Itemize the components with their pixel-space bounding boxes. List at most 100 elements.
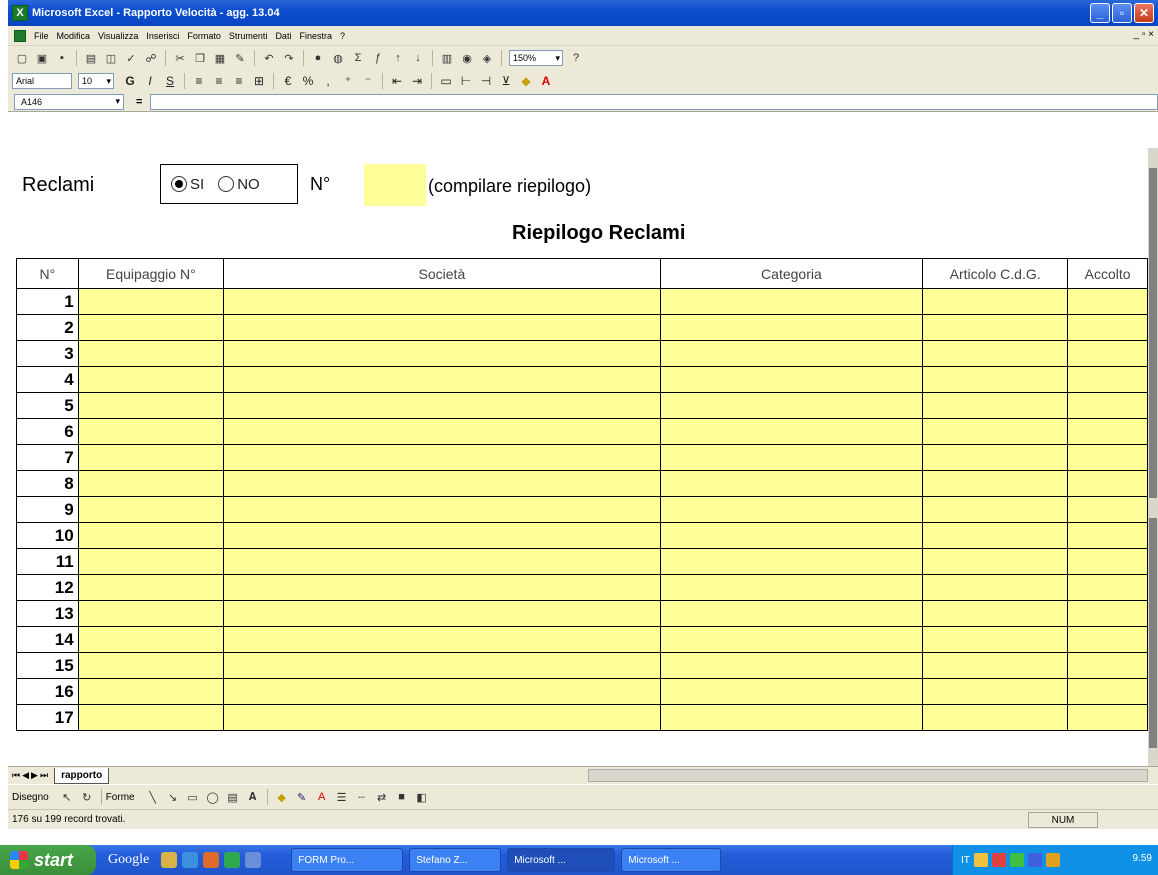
input-cell[interactable] xyxy=(1067,288,1148,315)
autoshapes-button[interactable]: Forme xyxy=(106,792,135,803)
task-button-stefano[interactable]: Stefano Z... xyxy=(409,848,502,872)
input-cell[interactable] xyxy=(1067,626,1148,653)
input-cell[interactable] xyxy=(77,314,225,341)
input-cell[interactable] xyxy=(659,288,924,315)
fill-color-icon[interactable]: ◆ xyxy=(274,789,290,805)
tray-icon[interactable] xyxy=(1027,853,1042,867)
input-cell[interactable] xyxy=(922,288,1069,315)
input-cell[interactable] xyxy=(223,470,661,497)
last-sheet-icon[interactable]: ⏭ xyxy=(40,770,48,781)
rectangle-icon[interactable]: ▭ xyxy=(185,789,201,805)
paste-icon[interactable]: ▦ xyxy=(212,50,228,66)
input-cell[interactable] xyxy=(922,340,1069,367)
input-cell[interactable] xyxy=(659,392,924,419)
input-cell[interactable] xyxy=(659,470,924,497)
name-box[interactable]: A146 ▾ xyxy=(14,93,124,110)
input-cell[interactable] xyxy=(223,704,661,731)
maximize-button[interactable]: ▫ xyxy=(1112,3,1132,23)
input-cell[interactable] xyxy=(77,366,225,393)
first-sheet-icon[interactable]: ⏮ xyxy=(12,770,20,781)
tray-icon[interactable] xyxy=(1009,853,1024,867)
menu-item-file[interactable]: File xyxy=(30,31,53,41)
increase-decimal-icon[interactable]: ⁺ xyxy=(340,73,356,89)
excel-app-icon[interactable]: X xyxy=(12,5,28,21)
arrow-style-icon[interactable]: ⇄ xyxy=(374,789,390,805)
hyperlink-icon[interactable]: ● xyxy=(310,50,326,66)
input-cell[interactable] xyxy=(922,496,1069,523)
shadow-icon[interactable]: ■ xyxy=(394,789,410,805)
input-cell[interactable] xyxy=(223,444,661,471)
menu-item-dati[interactable]: Dati xyxy=(271,31,295,41)
select-objects-icon[interactable]: ↖ xyxy=(59,789,75,805)
col-header-equipaggio[interactable]: Equipaggio N° xyxy=(77,258,225,289)
input-cell[interactable] xyxy=(223,314,661,341)
radio-no[interactable] xyxy=(218,176,235,192)
prev-sheet-icon[interactable]: ◀ xyxy=(22,770,29,781)
input-cell[interactable] xyxy=(1067,340,1148,367)
free-rotate-icon[interactable]: ↻ xyxy=(79,789,95,805)
input-cell[interactable] xyxy=(659,548,924,575)
chart-wizard-icon[interactable]: ▥ xyxy=(439,50,455,66)
merge-center-icon[interactable]: ⊞ xyxy=(251,73,267,89)
input-cell[interactable] xyxy=(77,678,225,705)
input-cell[interactable] xyxy=(659,626,924,653)
task-button-form-pro[interactable]: FORM Pro... xyxy=(291,848,404,872)
wordart-icon[interactable]: 𝐀 xyxy=(245,789,261,805)
input-cell[interactable] xyxy=(922,470,1069,497)
input-cell[interactable] xyxy=(223,340,661,367)
input-cell[interactable] xyxy=(922,548,1069,575)
dash-style-icon[interactable]: ┄ xyxy=(354,789,370,805)
font-color-icon[interactable]: A xyxy=(538,73,554,89)
font-name-select[interactable]: Arial xyxy=(12,73,72,89)
input-cell[interactable] xyxy=(659,444,924,471)
input-cell[interactable] xyxy=(77,340,225,367)
task-button-excel[interactable]: Microsoft ... xyxy=(507,848,616,872)
scroll-thumb[interactable] xyxy=(1149,168,1157,498)
input-cell[interactable] xyxy=(223,392,661,419)
underline-button[interactable]: S xyxy=(162,73,178,89)
task-button-word[interactable]: Microsoft ... xyxy=(621,848,722,872)
print-preview-icon[interactable]: ◫ xyxy=(103,50,119,66)
input-cell[interactable] xyxy=(922,600,1069,627)
input-cell[interactable] xyxy=(77,496,225,523)
web-icon[interactable]: ◍ xyxy=(330,50,346,66)
research-icon[interactable]: ☍ xyxy=(143,50,159,66)
input-cell[interactable] xyxy=(1067,574,1148,601)
decrease-decimal-icon[interactable]: ⁻ xyxy=(360,73,376,89)
input-cell[interactable] xyxy=(1067,548,1148,575)
input-cell[interactable] xyxy=(223,496,661,523)
input-cell[interactable] xyxy=(77,574,225,601)
input-cell[interactable] xyxy=(922,626,1069,653)
currency-icon[interactable]: € xyxy=(280,73,296,89)
ie-icon[interactable] xyxy=(182,852,199,868)
input-cell[interactable] xyxy=(223,522,661,549)
input-cell[interactable] xyxy=(223,678,661,705)
sort-ascending-icon[interactable]: ↑ xyxy=(390,50,406,66)
formula-input[interactable] xyxy=(150,93,1158,110)
input-cell[interactable] xyxy=(659,496,924,523)
drawing-icon[interactable]: ◈ xyxy=(479,50,495,66)
input-cell[interactable] xyxy=(659,522,924,549)
cut-icon[interactable]: ✂ xyxy=(172,50,188,66)
input-cell[interactable] xyxy=(659,314,924,341)
open-icon[interactable]: ▣ xyxy=(34,50,50,66)
input-cell[interactable] xyxy=(77,548,225,575)
input-cell[interactable] xyxy=(922,652,1069,679)
input-cell[interactable] xyxy=(1067,366,1148,393)
italic-button[interactable]: I xyxy=(142,73,158,89)
desktop-icon[interactable] xyxy=(245,852,262,868)
menu-item-visualizza[interactable]: Visualizza xyxy=(94,31,142,41)
input-cell[interactable] xyxy=(922,418,1069,445)
worksheet-grid[interactable]: Reclami SI NO N° (compilare riepilogo) R… xyxy=(8,112,1148,762)
input-cell[interactable] xyxy=(77,704,225,731)
input-cell[interactable] xyxy=(1067,496,1148,523)
input-cell[interactable] xyxy=(1067,652,1148,679)
col-header-n[interactable]: N° xyxy=(16,258,79,289)
start-button[interactable]: start xyxy=(0,845,96,875)
input-cell[interactable] xyxy=(77,470,225,497)
tray-icon[interactable] xyxy=(991,853,1006,867)
input-cell[interactable] xyxy=(1067,600,1148,627)
insert-rows-icon[interactable]: ⊢ xyxy=(458,73,474,89)
minimize-button[interactable]: _ xyxy=(1090,3,1110,23)
autosum-icon[interactable]: Σ xyxy=(350,50,366,66)
